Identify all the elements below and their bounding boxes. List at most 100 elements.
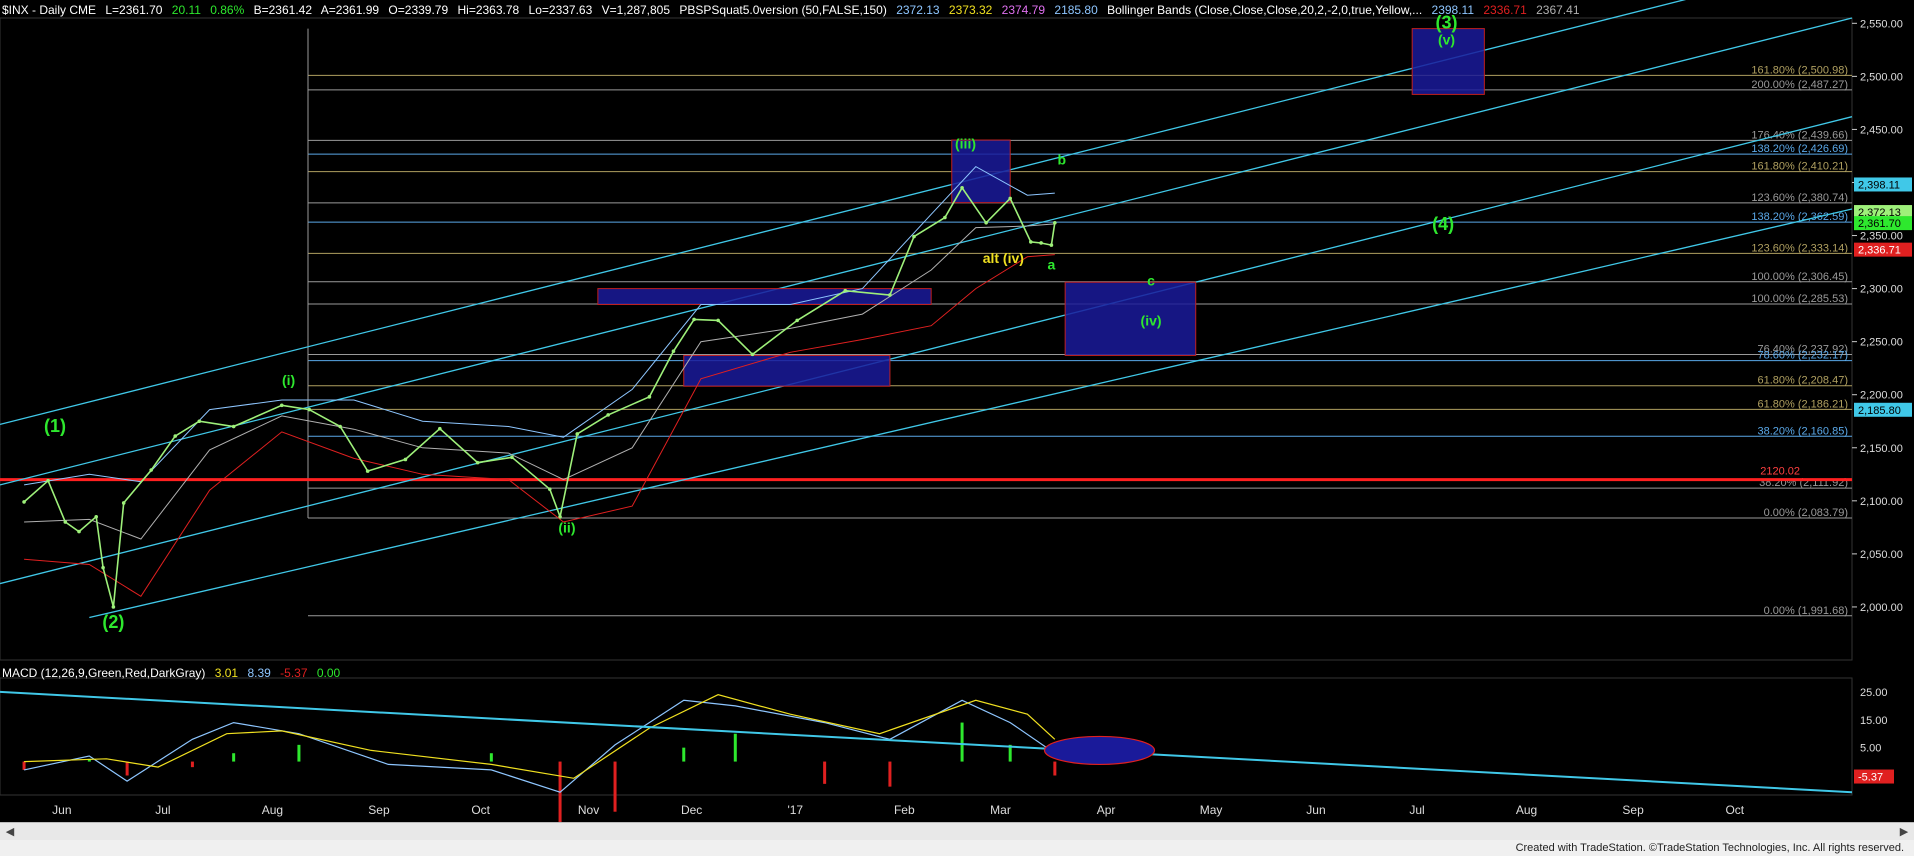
scroll-left-icon[interactable]: ◀ xyxy=(2,823,18,841)
price-point-37 xyxy=(1028,240,1033,244)
macd-val-4: 0.00 xyxy=(316,666,341,680)
price-point-30 xyxy=(843,288,848,293)
fib-label-5: 123.60% (2,380.74) xyxy=(1751,192,1848,204)
price-point-17 xyxy=(438,426,442,431)
price-point-34 xyxy=(960,185,964,190)
price-point-12 xyxy=(279,403,284,408)
last-price: L=2361.70 xyxy=(105,3,163,17)
price-point-26 xyxy=(692,317,696,322)
y-tick-label-6: 2,300.00 xyxy=(1860,284,1903,296)
price-point-23 xyxy=(606,413,610,417)
x-month-label-10: Apr xyxy=(1097,803,1116,817)
price-point-36 xyxy=(1008,196,1012,201)
price-point-16 xyxy=(403,457,408,462)
x-month-label-4: Oct xyxy=(471,803,490,817)
price-tag-label-4: 2,185.80 xyxy=(1858,405,1901,417)
y-tick-label-11: 2,550.00 xyxy=(1860,18,1903,30)
study1-val-3: 2374.79 xyxy=(1001,3,1046,17)
macd-tick-label-0: 5.00 xyxy=(1860,743,1881,755)
wave-label-1: (2) xyxy=(102,612,124,632)
price-point-19 xyxy=(510,455,514,460)
wave-label-12: (4) xyxy=(1432,214,1454,234)
y-tick-label-9: 2,450.00 xyxy=(1860,124,1903,136)
y-tick-label-3: 2,150.00 xyxy=(1860,443,1903,455)
red-level-label: 2120.02 xyxy=(1760,466,1800,478)
price-point-24 xyxy=(647,395,652,399)
macd-line xyxy=(23,699,1056,793)
x-month-label-15: Sep xyxy=(1622,803,1644,817)
x-month-label-11: May xyxy=(1200,803,1223,817)
price-point-9 xyxy=(173,434,178,438)
study2-val-1: 2398.11 xyxy=(1431,3,1475,17)
lower-bollinger-band xyxy=(24,254,1055,597)
price-point-35 xyxy=(984,221,988,225)
macd-hist-bar-3 xyxy=(190,761,194,768)
macd-val-3: -5.37 xyxy=(280,666,308,680)
horizontal-scrollbar[interactable]: ◀ ▶ xyxy=(0,822,1914,842)
scroll-right-icon[interactable]: ▶ xyxy=(1896,823,1912,841)
price-tag-label-0: 2,398.11 xyxy=(1858,179,1900,191)
study1-val-2: 2373.32 xyxy=(948,3,993,17)
price-point-29 xyxy=(795,318,799,323)
x-month-label-1: Jul xyxy=(155,803,170,817)
wave-label-5: b xyxy=(1057,151,1066,167)
wave-label-0: (1) xyxy=(44,416,66,436)
channel-line-3 xyxy=(89,208,1853,619)
x-month-label-5: Nov xyxy=(578,803,599,817)
price-tag-label-3: 2,336.71 xyxy=(1858,245,1901,257)
macd-hist-bar-14 xyxy=(960,722,964,762)
price-chart[interactable]: 161.80% (2,500.98) 200.00% (2,487.27) 176.… xyxy=(0,0,1914,856)
price-point-11 xyxy=(231,424,236,429)
fib-label-12: 61.80% (2,208.47) xyxy=(1757,375,1848,387)
x-month-label-12: Jun xyxy=(1306,803,1325,817)
macd-hist-bar-16 xyxy=(1053,761,1057,776)
wave-label-9: (iv) xyxy=(1141,313,1162,329)
price-point-1 xyxy=(46,478,50,483)
price-point-27 xyxy=(716,318,720,323)
ask-price: A=2361.99 xyxy=(320,3,380,17)
y-tick-label-7: 2,350.00 xyxy=(1860,231,1903,243)
x-month-label-0: Jun xyxy=(52,803,71,817)
macd-ellipse xyxy=(1043,735,1156,766)
volume: V=1,287,805 xyxy=(601,3,671,17)
price-point-13 xyxy=(307,407,312,412)
study2-name: Bollinger Bands (Close,Close,Close,20,2,… xyxy=(1107,3,1423,17)
y-tick-label-4: 2,200.00 xyxy=(1860,390,1903,402)
y-tick-label-5: 2,250.00 xyxy=(1860,337,1903,349)
macd-hist-bar-2 xyxy=(125,761,129,776)
price-change-pct: 0.86% xyxy=(210,3,245,17)
bid-price: B=2361.42 xyxy=(253,3,313,17)
price-point-15 xyxy=(365,469,370,473)
channel-line-1 xyxy=(0,17,1853,486)
footer-credit: Created with TradeStation. ©TradeStation… xyxy=(1515,842,1904,854)
macd-hist-bar-12 xyxy=(823,761,827,784)
study2-val-3: 2367.41 xyxy=(1536,3,1580,17)
x-month-label-2: Aug xyxy=(262,803,283,817)
macd-hist-bar-0 xyxy=(22,761,26,770)
macd-hist-bar-11 xyxy=(733,733,737,762)
channel-line-2 xyxy=(0,116,1853,585)
price-point-39 xyxy=(1049,243,1054,247)
y-tick-label-1: 2,050.00 xyxy=(1860,549,1903,561)
price-point-18 xyxy=(475,460,480,465)
wave-label-11: (v) xyxy=(1438,32,1455,48)
price-point-4 xyxy=(94,514,99,519)
fib-label-9: 100.00% (2,285.53) xyxy=(1751,293,1848,305)
price-point-7 xyxy=(121,501,126,505)
high-price: Hi=2363.78 xyxy=(457,3,520,17)
price-point-31 xyxy=(888,293,892,297)
symbol-label: $INX - Daily CME xyxy=(2,3,97,17)
macd-tick-label-2: 25.00 xyxy=(1860,687,1888,699)
study1-val-4: 2185.80 xyxy=(1054,3,1098,17)
wave-label-3: (ii) xyxy=(558,520,575,536)
wave-label-6: alt (iv) xyxy=(983,250,1024,266)
price-point-2 xyxy=(63,520,68,524)
wave-label-2: (i) xyxy=(282,372,295,388)
price-point-0 xyxy=(22,500,26,504)
macd-val-2: 8.39 xyxy=(247,666,271,680)
macd-signal-line xyxy=(24,694,1056,779)
price-point-8 xyxy=(149,468,153,472)
x-month-label-14: Aug xyxy=(1516,803,1537,817)
fib-label-4: 161.80% (2,410.21) xyxy=(1751,161,1848,173)
price-point-5 xyxy=(101,565,105,570)
